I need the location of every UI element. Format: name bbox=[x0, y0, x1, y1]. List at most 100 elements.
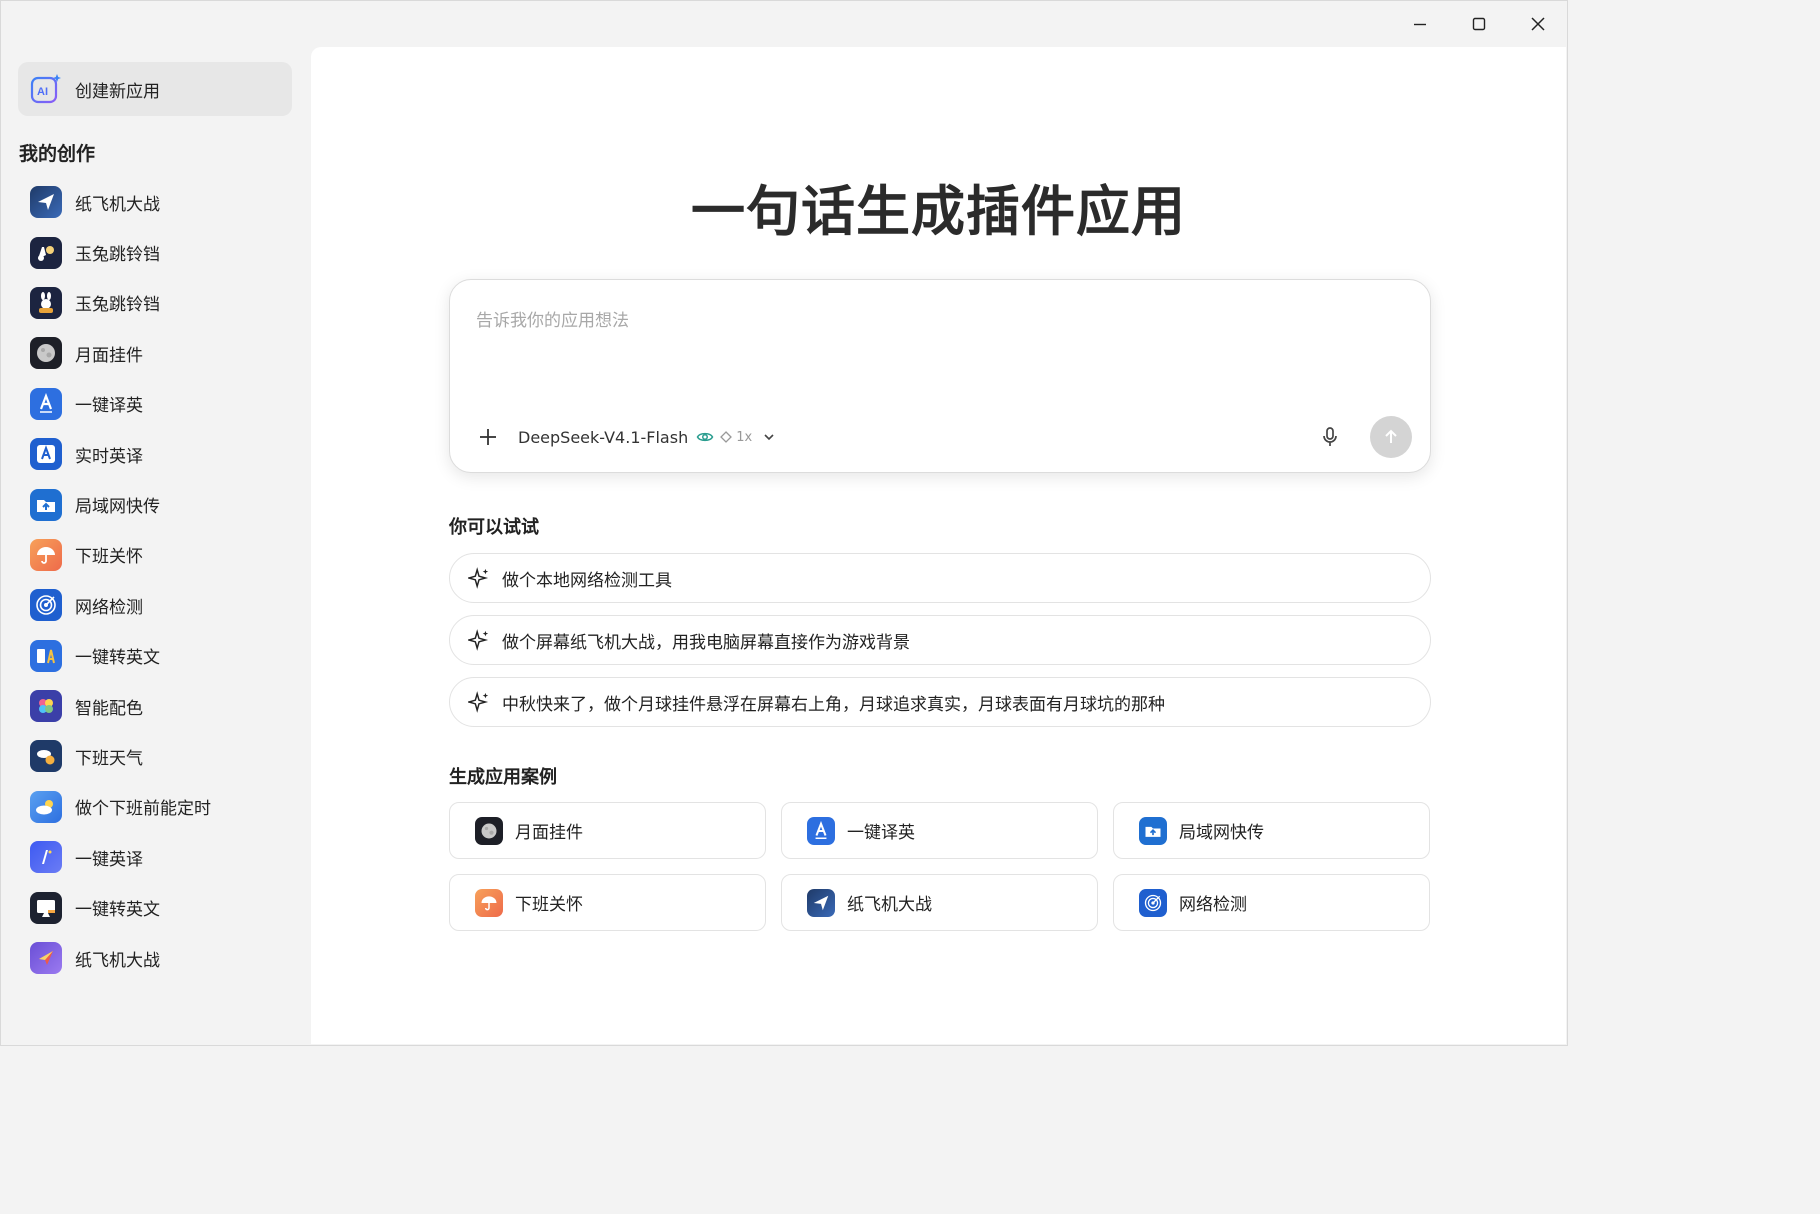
model-selector[interactable]: DeepSeek-V4.1-Flash bbox=[518, 428, 688, 447]
translate-a-icon bbox=[30, 387, 62, 420]
sidebar-item-realtime-translate[interactable]: 实时英译 bbox=[18, 429, 292, 479]
add-attachment-icon[interactable] bbox=[476, 425, 500, 449]
close-icon bbox=[1531, 17, 1545, 31]
sidebar-item-timer-before-work[interactable]: 做个下班前能定时 bbox=[18, 782, 292, 832]
sidebar-item-network-check[interactable]: 网络检测 bbox=[18, 580, 292, 630]
sidebar-item-label: 下班天气 bbox=[75, 748, 143, 769]
microphone-icon[interactable] bbox=[1318, 425, 1342, 449]
title-bar bbox=[1, 1, 1567, 47]
sidebar-item-label: 玉兔跳铃铛 bbox=[75, 245, 160, 266]
case-card-label: 纸飞机大战 bbox=[847, 895, 932, 915]
maximize-button[interactable] bbox=[1459, 9, 1499, 39]
case-card-moon-widget[interactable]: 月面挂件 bbox=[449, 802, 766, 859]
sparkle-icon bbox=[468, 691, 489, 713]
case-card-label: 局域网快传 bbox=[1179, 823, 1264, 843]
sidebar-item-moon-widget[interactable]: 月面挂件 bbox=[18, 328, 292, 378]
maximize-icon bbox=[1472, 17, 1486, 31]
sidebar-item-label: 玉兔跳铃铛 bbox=[75, 295, 160, 316]
try-section-title: 你可以试试 bbox=[449, 517, 539, 538]
moon-icon bbox=[30, 337, 62, 370]
model-multiplier: 1x bbox=[736, 429, 753, 445]
svg-text:AI: AI bbox=[37, 86, 48, 98]
case-card-label: 一键译英 bbox=[847, 823, 915, 843]
create-new-app-button[interactable]: AI 创建新应用 bbox=[18, 62, 292, 116]
sidebar-item-label: 做个下班前能定时 bbox=[75, 799, 211, 820]
suggestion-text: 做个屏幕纸飞机大战，用我电脑屏幕直接作为游戏背景 bbox=[502, 632, 910, 653]
sidebar-item-rabbit-bell[interactable]: 玉兔跳铃铛 bbox=[18, 227, 292, 277]
sidebar-item-label: 一键转英文 bbox=[75, 900, 160, 921]
sidebar-item-after-work-weather[interactable]: 下班天气 bbox=[18, 731, 292, 781]
sidebar-item-label: 一键译英 bbox=[75, 396, 143, 417]
weather-icon bbox=[30, 740, 62, 773]
minimize-icon bbox=[1414, 23, 1426, 26]
moon-icon bbox=[475, 816, 503, 845]
sidebar-item-label: 实时英译 bbox=[75, 446, 143, 467]
case-card-after-work-care[interactable]: 下班关怀 bbox=[449, 874, 766, 931]
radar-icon bbox=[1139, 888, 1167, 917]
screen-icon bbox=[30, 891, 62, 924]
translate-box-icon bbox=[30, 438, 62, 471]
umbrella-icon bbox=[30, 538, 62, 571]
hero-title: 一句话生成插件应用 bbox=[691, 180, 1186, 243]
paper-plane-icon bbox=[30, 186, 62, 219]
paper-plane-icon bbox=[807, 888, 835, 917]
sidebar-item-label: 智能配色 bbox=[75, 698, 143, 719]
case-card-label: 网络检测 bbox=[1179, 895, 1247, 915]
cases-section-title: 生成应用案例 bbox=[449, 767, 557, 788]
my-creations-list: 纸飞机大战 玉兔跳铃铛 玉兔跳铃铛 月面挂件 一键译英 实时英译 局域网快传 下… bbox=[18, 177, 292, 983]
folder-upload-icon bbox=[30, 488, 62, 521]
suggestion-chip[interactable]: 中秋快来了，做个月球挂件悬浮在屏幕右上角，月球追求真实，月球表面有月球坑的那种 bbox=[449, 677, 1431, 727]
sidebar-item-one-click-translate[interactable]: 一键译英 bbox=[18, 379, 292, 429]
close-button[interactable] bbox=[1518, 9, 1558, 39]
case-card-one-click-translate[interactable]: 一键译英 bbox=[781, 802, 1098, 859]
sidebar-item-one-click-english[interactable]: 一键英译 bbox=[18, 832, 292, 882]
my-creations-title: 我的创作 bbox=[19, 143, 96, 165]
sparkle-icon bbox=[468, 629, 489, 651]
sparkle-icon bbox=[468, 567, 489, 589]
vision-eye-icon bbox=[696, 432, 714, 442]
diamond-icon bbox=[720, 431, 733, 443]
rabbit-icon bbox=[30, 286, 62, 319]
sidebar-item-convert-english[interactable]: 一键转英文 bbox=[18, 631, 292, 681]
sidebar-item-label: 纸飞机大战 bbox=[75, 194, 160, 215]
sidebar-item-paper-plane-2[interactable]: 纸飞机大战 bbox=[18, 933, 292, 983]
prompt-box: DeepSeek-V4.1-Flash 1x bbox=[449, 279, 1431, 473]
minimize-button[interactable] bbox=[1400, 9, 1440, 39]
rocket-icon bbox=[30, 942, 62, 975]
rabbit-bell-icon bbox=[30, 236, 62, 269]
cloud-sun-icon bbox=[30, 790, 62, 823]
case-card-paper-plane[interactable]: 纸飞机大战 bbox=[781, 874, 1098, 931]
suggestion-chip[interactable]: 做个屏幕纸飞机大战，用我电脑屏幕直接作为游戏背景 bbox=[449, 615, 1431, 665]
prompt-input[interactable] bbox=[476, 306, 1376, 386]
sidebar-item-convert-english-2[interactable]: 一键转英文 bbox=[18, 882, 292, 932]
case-card-label: 下班关怀 bbox=[515, 895, 583, 915]
sidebar-item-label: 局域网快传 bbox=[75, 497, 160, 518]
suggestion-text: 中秋快来了，做个月球挂件悬浮在屏幕右上角，月球追求真实，月球表面有月球坑的那种 bbox=[502, 694, 1165, 715]
sidebar-item-lan-transfer[interactable]: 局域网快传 bbox=[18, 479, 292, 529]
sidebar-item-smart-color[interactable]: 智能配色 bbox=[18, 681, 292, 731]
sidebar-item-rabbit[interactable]: 玉兔跳铃铛 bbox=[18, 278, 292, 328]
folder-upload-icon bbox=[1139, 816, 1167, 845]
app-window: AI 创建新应用 我的创作 纸飞机大战 玉兔跳铃铛 玉兔跳铃铛 月面挂件 一键译… bbox=[0, 0, 1568, 1046]
case-card-label: 月面挂件 bbox=[515, 823, 583, 843]
sidebar-item-paper-plane[interactable]: 纸飞机大战 bbox=[18, 177, 292, 227]
sidebar: AI 创建新应用 我的创作 纸飞机大战 玉兔跳铃铛 玉兔跳铃铛 月面挂件 一键译… bbox=[1, 47, 311, 1045]
chevron-down-icon[interactable] bbox=[762, 430, 776, 444]
sidebar-item-after-work-care[interactable]: 下班关怀 bbox=[18, 530, 292, 580]
radar-icon bbox=[30, 589, 62, 622]
main-panel: 一句话生成插件应用 DeepSeek-V4.1-Flash 1x 你可以试试 做… bbox=[311, 47, 1566, 1044]
send-button[interactable] bbox=[1370, 416, 1412, 458]
suggestion-chip[interactable]: 做个本地网络检测工具 bbox=[449, 553, 1431, 603]
sidebar-item-label: 一键转英文 bbox=[75, 648, 160, 669]
arrow-up-icon bbox=[1385, 429, 1397, 443]
suggestion-text: 做个本地网络检测工具 bbox=[502, 570, 672, 591]
convert-text-icon bbox=[30, 639, 62, 672]
umbrella-icon bbox=[475, 888, 503, 917]
sidebar-item-label: 下班关怀 bbox=[75, 547, 143, 568]
translate-a-icon bbox=[807, 816, 835, 845]
case-card-network-check[interactable]: 网络检测 bbox=[1113, 874, 1430, 931]
ai-create-icon: AI bbox=[30, 74, 61, 104]
sidebar-item-label: 纸飞机大战 bbox=[75, 950, 160, 971]
case-card-lan-transfer[interactable]: 局域网快传 bbox=[1113, 802, 1430, 859]
sidebar-item-label: 月面挂件 bbox=[75, 345, 143, 366]
